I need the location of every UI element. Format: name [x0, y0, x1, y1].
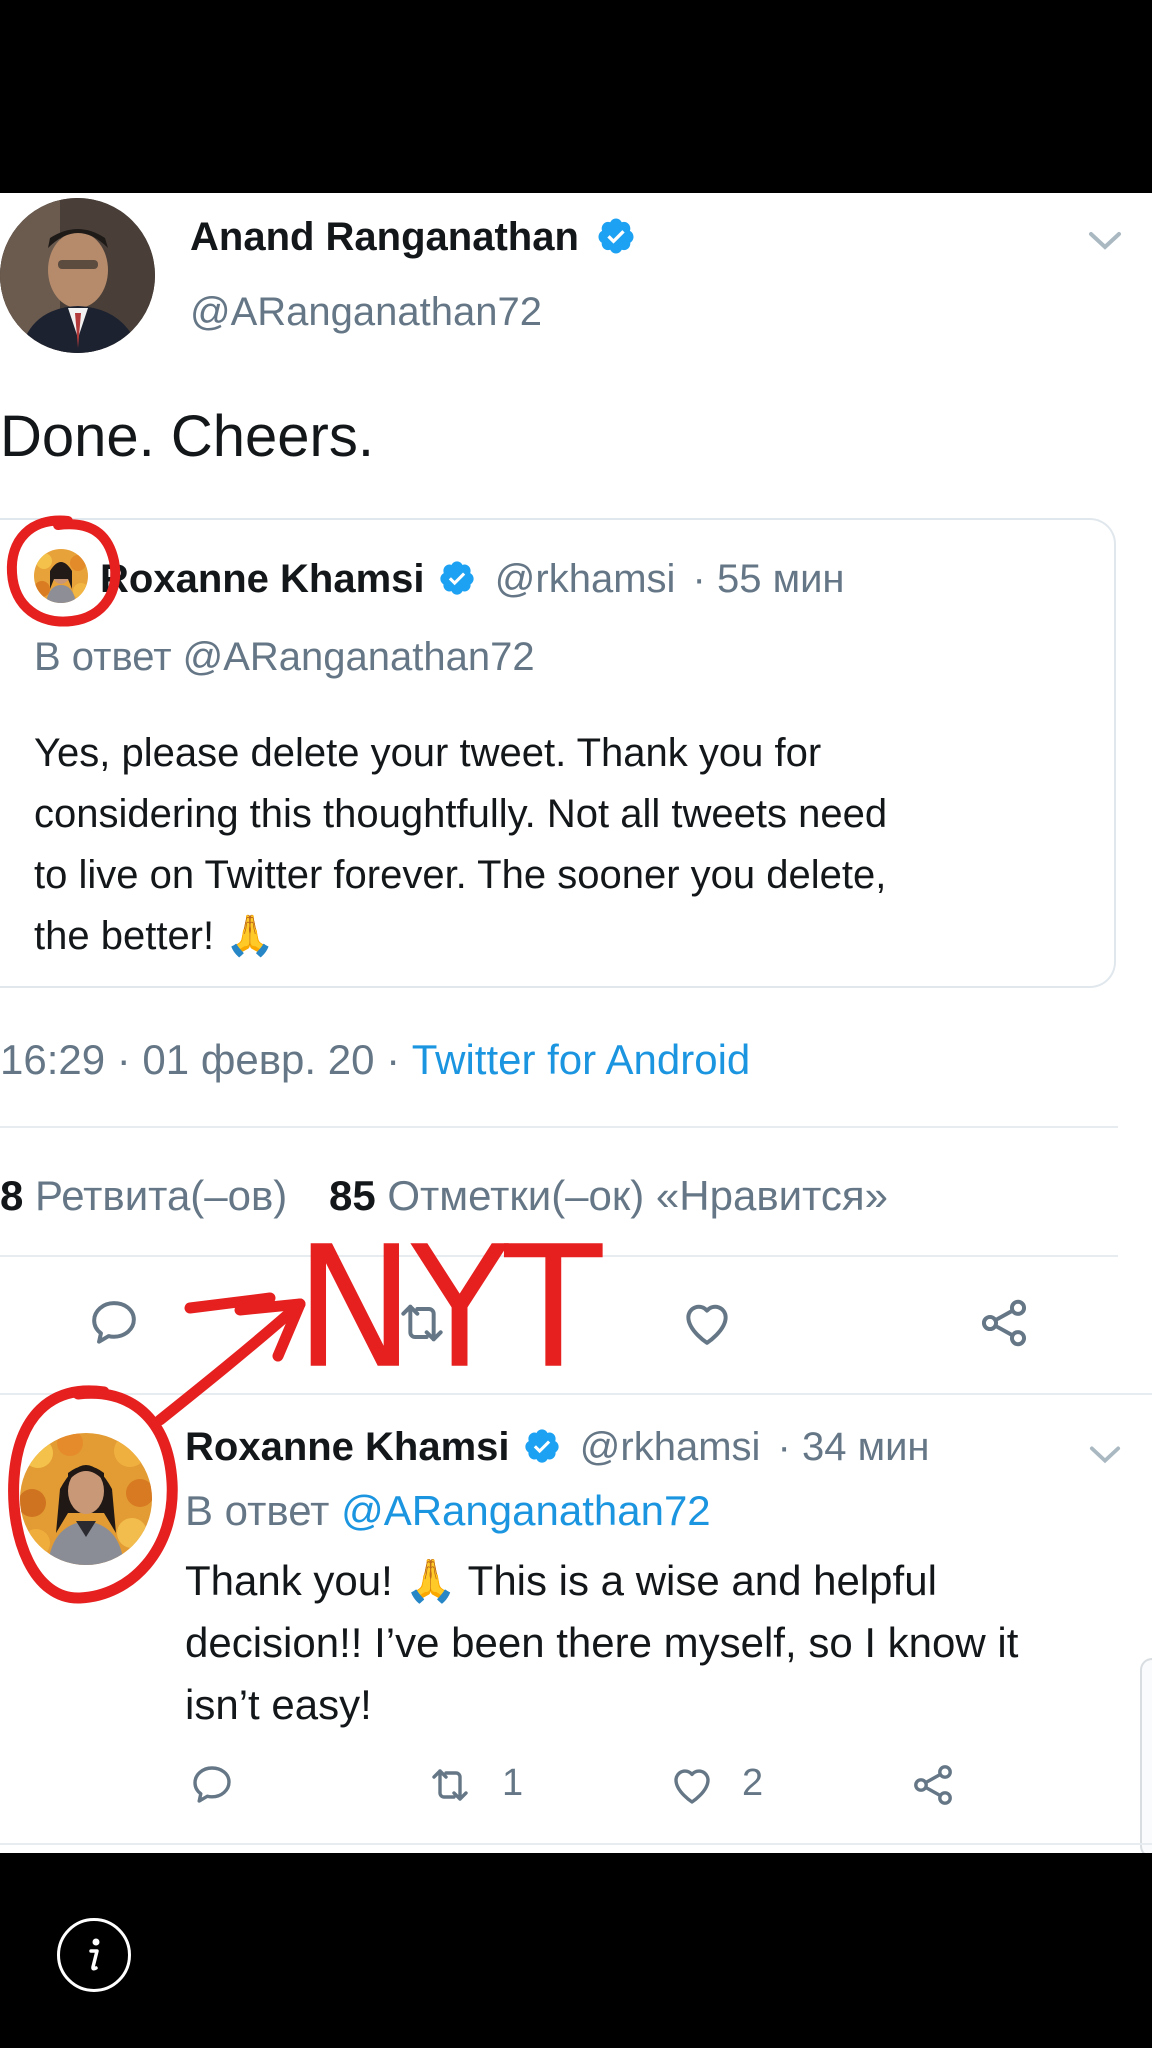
reply-text-line: isn’t easy!	[185, 1681, 372, 1728]
heart-icon[interactable]	[665, 1758, 719, 1812]
retweet-icon[interactable]	[423, 1758, 477, 1812]
author-name[interactable]: Anand Ranganathan	[190, 215, 579, 259]
tweet-text: Done. Cheers.	[0, 404, 374, 469]
verified-badge-icon	[440, 561, 474, 596]
reply-like-count: 2	[742, 1762, 764, 1804]
annotation-circle-small	[6, 515, 121, 627]
tweet-detail-view: Anand Ranganathan @ARanganathan72 Done. …	[0, 193, 1152, 1853]
verified-badge-icon	[598, 218, 634, 254]
reply-author-name[interactable]: Roxanne Khamsi	[185, 1425, 510, 1469]
quoted-text-line: the better! 🙏	[34, 914, 276, 958]
reply-author-handle[interactable]: @rkhamsi	[580, 1425, 761, 1469]
author-name-row: Anand Ranganathan	[190, 213, 636, 261]
divider	[0, 1126, 1118, 1128]
divider	[0, 1843, 1152, 1845]
reply-to-prefix: В ответ	[185, 1487, 342, 1534]
reply-tweet-time: · 34 мин	[777, 1425, 930, 1469]
author-handle[interactable]: @ARanganathan72	[190, 288, 542, 336]
annotation-nyt: NYT	[295, 1209, 602, 1406]
annotation-arrow	[154, 1292, 306, 1426]
chevron-down-icon[interactable]	[1085, 221, 1125, 261]
tweet-timestamp-row: 16:29 · 01 февр. 20 · Twitter for Androi…	[0, 1035, 750, 1085]
verified-badge-icon	[525, 1429, 559, 1464]
reply-retweet-count: 1	[502, 1762, 524, 1804]
quoted-text-line: Yes, please delete your tweet. Thank you…	[34, 731, 822, 775]
reply-to-line: В ответ @ARanganathan72	[185, 1486, 711, 1536]
chevron-down-icon[interactable]	[1085, 1435, 1125, 1475]
heart-icon[interactable]	[675, 1291, 739, 1355]
retweet-count: 8	[0, 1172, 24, 1219]
author-avatar[interactable]	[0, 198, 155, 353]
reply-icon[interactable]	[185, 1758, 239, 1812]
share-icon[interactable]	[906, 1758, 960, 1812]
retweet-label: Ретвита(–ов)	[35, 1172, 288, 1219]
quoted-tweet-text: Yes, please delete your tweet. Thank you…	[34, 723, 887, 967]
reply-text-line: decision!! I’ve been there myself, so I …	[185, 1619, 1019, 1666]
reply-icon[interactable]	[82, 1291, 146, 1355]
quoted-author-handle: @rkhamsi	[494, 557, 676, 601]
author-avatar-photo	[0, 198, 155, 353]
quoted-author-name: Roxanne Khamsi	[100, 557, 425, 601]
quoted-text-line: considering this thoughtfully. Not all t…	[34, 792, 888, 836]
reply-tweet-text: Thank you! 🙏 This is a wise and helpful …	[185, 1550, 1018, 1736]
tweet-source-link[interactable]: Twitter for Android	[412, 1036, 750, 1083]
share-icon[interactable]	[972, 1291, 1036, 1355]
tweet-timestamp: 16:29 · 01 февр. 20 ·	[0, 1036, 412, 1083]
info-icon[interactable]	[57, 1918, 131, 1992]
retweets-stat[interactable]: 8 Ретвита(–ов)	[0, 1172, 299, 1219]
reply-tweet-header: Roxanne Khamsi @rkhamsi · 34 мин	[185, 1423, 930, 1471]
reply-to-handle-link[interactable]: @ARanganathan72	[341, 1487, 711, 1534]
quoted-tweet-time: · 55 мин	[692, 557, 845, 601]
scrollbar[interactable]	[1140, 1658, 1152, 1853]
quoted-tweet-header: Roxanne Khamsi @rkhamsi · 55 мин	[100, 555, 845, 603]
reply-text-line: Thank you! 🙏 This is a wise and helpful	[185, 1557, 937, 1604]
quoted-text-line: to live on Twitter forever. The sooner y…	[34, 853, 887, 897]
